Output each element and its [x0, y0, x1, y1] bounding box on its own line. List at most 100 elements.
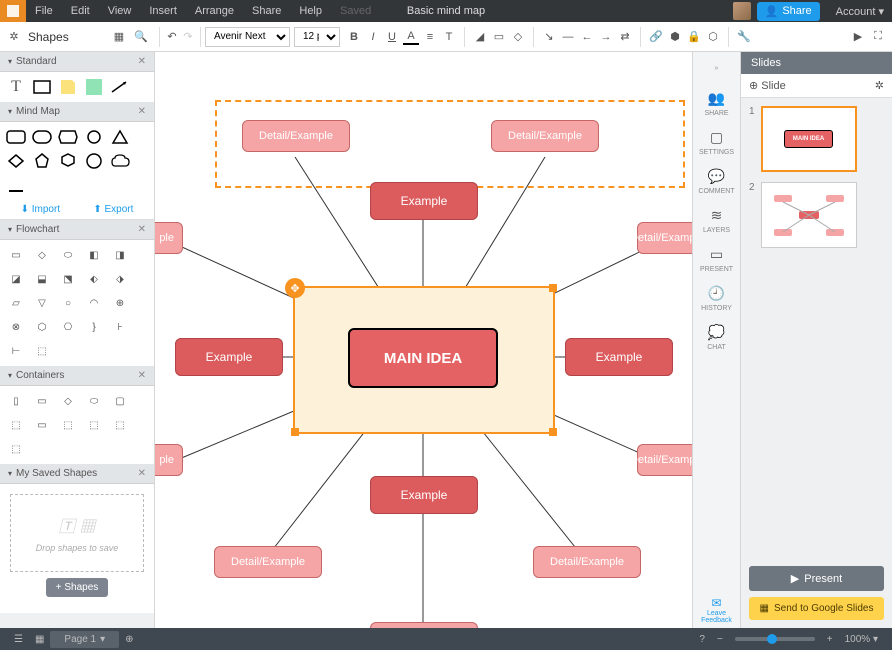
flowchart-shape[interactable]: ◪: [6, 270, 26, 288]
mm-shape[interactable]: [32, 152, 52, 170]
flowchart-shape[interactable]: ▱: [6, 294, 26, 312]
zoom-slider[interactable]: [735, 637, 815, 641]
play-icon[interactable]: ▶: [850, 29, 866, 45]
bold-icon[interactable]: B: [346, 29, 362, 45]
container-shape[interactable]: ◇: [58, 392, 78, 410]
border-icon[interactable]: ▭: [491, 29, 507, 45]
move-handle-icon[interactable]: ✥: [285, 278, 305, 298]
add-slide-button[interactable]: ⊕ Slide: [749, 79, 786, 92]
present-button[interactable]: ▶ Present: [749, 566, 884, 591]
zoom-in-icon[interactable]: +: [821, 634, 839, 645]
menu-help[interactable]: Help: [290, 5, 331, 17]
flowchart-shape[interactable]: ⬗: [110, 270, 130, 288]
page-select[interactable]: Page 1 ▾: [50, 631, 119, 648]
rail-present[interactable]: ▭PRESENT: [693, 240, 740, 279]
section-standard[interactable]: ▾Standard✕: [0, 52, 154, 72]
zoom-out-icon[interactable]: −: [711, 634, 729, 645]
grid-view-icon[interactable]: ▦: [29, 634, 50, 645]
container-shape[interactable]: ▯: [6, 392, 26, 410]
block-shape[interactable]: [84, 78, 104, 96]
flowchart-shape[interactable]: ⎔: [58, 318, 78, 336]
container-shape[interactable]: ⬚: [6, 440, 26, 458]
flowchart-shape[interactable]: ⬡: [32, 318, 52, 336]
rail-comment[interactable]: 💬COMMENT: [693, 162, 740, 201]
wrench-icon[interactable]: 🔧: [736, 29, 752, 45]
mm-shape[interactable]: [32, 128, 52, 146]
saved-dropzone[interactable]: 🅃 ▦ Drop shapes to save: [10, 494, 144, 572]
text-height-icon[interactable]: T: [441, 29, 457, 45]
main-idea-node[interactable]: MAIN IDEA: [348, 328, 498, 388]
section-containers[interactable]: ▾Containers✕: [0, 366, 154, 386]
mm-shape[interactable]: [84, 152, 104, 170]
flowchart-shape[interactable]: ⊦: [110, 318, 130, 336]
mm-shape[interactable]: [110, 128, 130, 146]
add-page-icon[interactable]: ⊕: [119, 634, 139, 645]
list-view-icon[interactable]: ☰: [8, 634, 29, 645]
detail-node[interactable]: Detail/Example: [637, 222, 692, 254]
detail-node[interactable]: Detail/Example: [491, 120, 599, 152]
underline-icon[interactable]: U: [384, 29, 400, 45]
zoom-thumb[interactable]: [767, 634, 777, 644]
flowchart-shape[interactable]: }: [84, 318, 104, 336]
fill-icon[interactable]: ◢: [472, 29, 488, 45]
rail-settings[interactable]: ▢SETTINGS: [693, 123, 740, 162]
close-icon[interactable]: ✕: [138, 468, 146, 479]
fullscreen-icon[interactable]: ⛶: [870, 29, 886, 45]
close-icon[interactable]: ✕: [138, 370, 146, 381]
link-icon[interactable]: 🔗: [648, 29, 664, 45]
example-node[interactable]: Example: [565, 338, 673, 376]
flowchart-shape[interactable]: ⬚: [32, 342, 52, 360]
rect-shape[interactable]: [32, 78, 52, 96]
detail-node[interactable]: Detail/Example: [214, 546, 322, 578]
menu-share[interactable]: Share: [243, 5, 290, 17]
flowchart-shape[interactable]: ⊗: [6, 318, 26, 336]
flowchart-shape[interactable]: ◨: [110, 246, 130, 264]
detail-node[interactable]: ple: [155, 222, 183, 254]
flowchart-shape[interactable]: ⬔: [58, 270, 78, 288]
import-link[interactable]: ⬇ Import: [21, 204, 61, 215]
example-node[interactable]: Example: [370, 182, 478, 220]
flowchart-shape[interactable]: ⊢: [6, 342, 26, 360]
container-shape[interactable]: ▭: [32, 416, 52, 434]
arrow-start-icon[interactable]: ←: [579, 29, 595, 45]
collapse-rail-icon[interactable]: »: [693, 58, 740, 78]
container-shape[interactable]: ⬭: [84, 392, 104, 410]
zoom-level[interactable]: 100% ▾: [839, 634, 884, 645]
menu-arrange[interactable]: Arrange: [186, 5, 243, 17]
italic-icon[interactable]: I: [365, 29, 381, 45]
close-icon[interactable]: ✕: [138, 56, 146, 67]
line-icon[interactable]: ↘: [541, 29, 557, 45]
connector-icon[interactable]: ⇄: [617, 29, 633, 45]
cube-icon[interactable]: ⬡: [705, 29, 721, 45]
google-slides-button[interactable]: ▦ Send to Google Slides: [749, 597, 884, 620]
account-menu[interactable]: Account ▾: [828, 5, 892, 18]
mm-shape[interactable]: [58, 128, 78, 146]
arrow-shape[interactable]: [110, 78, 130, 96]
detail-node[interactable]: Detail/Example: [242, 120, 350, 152]
text-color-icon[interactable]: A: [403, 29, 419, 45]
close-icon[interactable]: ✕: [138, 224, 146, 235]
flowchart-shape[interactable]: ⬭: [58, 246, 78, 264]
flowchart-shape[interactable]: ⬓: [32, 270, 52, 288]
document-title[interactable]: Basic mind map: [407, 5, 485, 17]
arrow-end-icon[interactable]: →: [598, 29, 614, 45]
feedback-link[interactable]: ✉Leave Feedback: [693, 592, 740, 628]
flowchart-shape[interactable]: ◠: [84, 294, 104, 312]
mm-shape[interactable]: [58, 152, 78, 170]
menu-file[interactable]: File: [26, 5, 62, 17]
close-icon[interactable]: ✕: [138, 106, 146, 117]
flowchart-shape[interactable]: ○: [58, 294, 78, 312]
container-shape[interactable]: ⬚: [58, 416, 78, 434]
mm-shape[interactable]: [6, 152, 26, 170]
shape-icon[interactable]: ◇: [510, 29, 526, 45]
mm-shape[interactable]: [6, 128, 26, 146]
font-family-select[interactable]: Avenir Next: [205, 27, 290, 47]
magnet-icon[interactable]: ⬢: [667, 29, 683, 45]
menu-insert[interactable]: Insert: [140, 5, 186, 17]
container-shape[interactable]: ▢: [110, 392, 130, 410]
example-node[interactable]: Example: [370, 476, 478, 514]
flowchart-shape[interactable]: ◧: [84, 246, 104, 264]
detail-node[interactable]: Detail/Example: [637, 444, 692, 476]
container-shape[interactable]: ⬚: [84, 416, 104, 434]
export-link[interactable]: ⬆ Export: [93, 204, 133, 215]
